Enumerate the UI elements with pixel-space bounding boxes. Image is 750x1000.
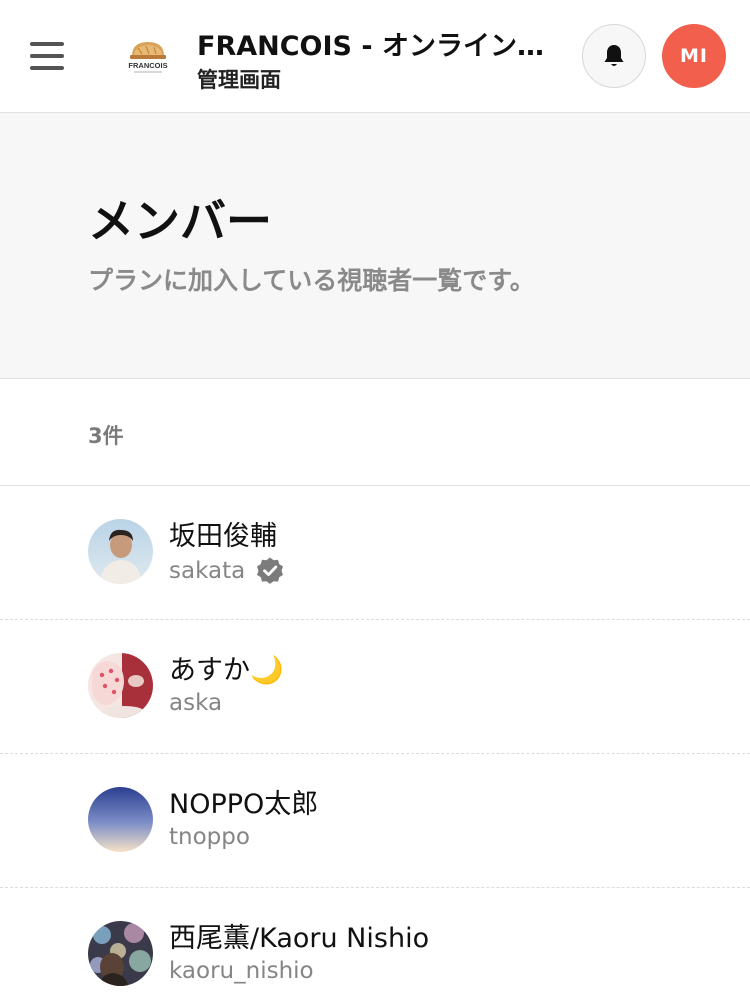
member-name: 坂田俊輔 bbox=[169, 521, 277, 552]
member-row[interactable]: 西尾薫/Kaoru Nishio kaoru_nishio bbox=[0, 888, 750, 1000]
logo-text: FRANCOIS bbox=[128, 61, 167, 70]
member-avatar bbox=[88, 921, 153, 986]
page-title: メンバー bbox=[88, 194, 272, 248]
member-avatar bbox=[88, 653, 153, 718]
menu-bar-icon bbox=[30, 54, 64, 58]
hamburger-menu-button[interactable] bbox=[30, 40, 66, 70]
member-avatar bbox=[88, 787, 153, 852]
member-handle: aska bbox=[169, 690, 222, 716]
member-row[interactable]: NOPPO太郎 tnoppo bbox=[0, 754, 750, 888]
member-count: 3件 bbox=[88, 424, 124, 448]
menu-bar-icon bbox=[30, 42, 64, 46]
francois-logo[interactable]: FRANCOIS bbox=[124, 36, 172, 76]
member-handle-text: aska bbox=[169, 690, 223, 716]
site-title[interactable]: FRANCOIS - オンライン... bbox=[197, 24, 547, 63]
notifications-button[interactable] bbox=[582, 24, 646, 88]
member-name: 西尾薫/Kaoru Nishio bbox=[169, 923, 430, 954]
bell-icon bbox=[604, 45, 624, 66]
user-avatar-button[interactable]: MI bbox=[662, 24, 726, 88]
member-handle-text: tnoppo bbox=[169, 824, 250, 850]
site-subtitle: 管理画面 bbox=[197, 68, 281, 92]
member-handle: sakata bbox=[169, 556, 285, 586]
member-name: あすか🌙 bbox=[169, 655, 284, 686]
page-description: プランに加入している視聴者一覧です。 bbox=[88, 266, 535, 295]
member-handle-text: kaoru_nishio bbox=[169, 958, 314, 984]
member-handle-text: sakata bbox=[169, 558, 246, 584]
member-count-row: 3件 bbox=[0, 380, 750, 486]
app-header: FRANCOIS FRANCOIS - オンライン... 管理画面 MI bbox=[0, 0, 750, 113]
verified-badge-icon bbox=[257, 557, 284, 584]
member-row[interactable]: 坂田俊輔 sakata bbox=[0, 486, 750, 620]
member-name: NOPPO太郎 bbox=[169, 789, 319, 820]
member-list: 坂田俊輔 sakata あすか🌙 aska NOPPO太郎 tnoppo 西尾薫… bbox=[0, 486, 750, 1000]
member-handle: tnoppo bbox=[169, 824, 250, 850]
menu-bar-icon bbox=[30, 66, 64, 70]
page-hero: メンバー プランに加入している視聴者一覧です。 bbox=[0, 113, 750, 379]
member-row[interactable]: あすか🌙 aska bbox=[0, 620, 750, 754]
member-handle: kaoru_nishio bbox=[169, 958, 314, 984]
member-avatar bbox=[88, 519, 153, 584]
